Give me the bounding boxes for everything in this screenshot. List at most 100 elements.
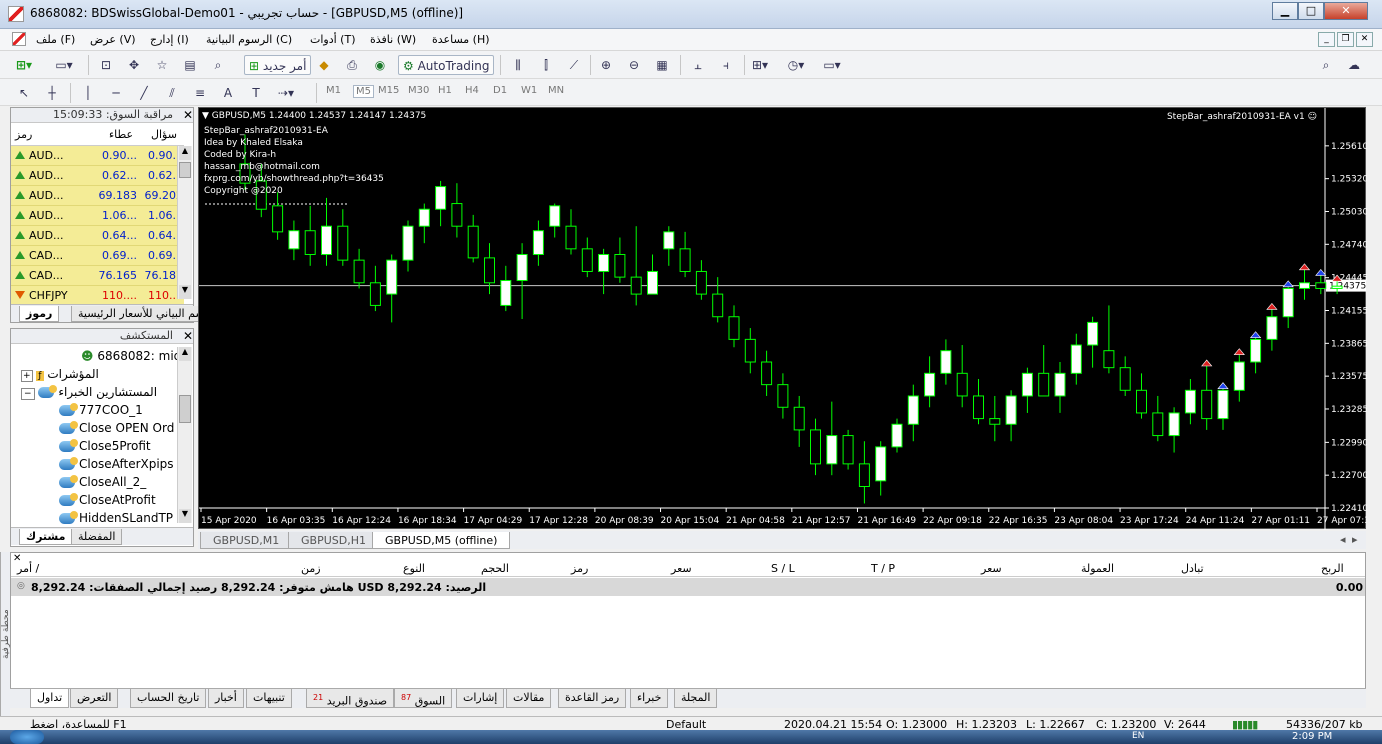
market-watch-row[interactable]: CHFJPY 110.... 110....	[11, 286, 184, 306]
market-watch-row[interactable]: AUD... 1.06... 1.06...	[11, 206, 184, 226]
terminal-icon[interactable]: ▤	[180, 55, 200, 75]
print-icon[interactable]: ⎙	[342, 55, 362, 75]
terminal-tab[interactable]: التعرض	[70, 689, 119, 708]
nav-expert-item[interactable]: Close5Profit	[59, 437, 175, 455]
terminal-col[interactable]: سعر	[981, 562, 1002, 575]
start-button[interactable]	[10, 730, 44, 744]
mdi-restore-button[interactable]: ❐	[1337, 32, 1354, 47]
market-watch-row[interactable]: AUD... 0.64... 0.64...	[11, 226, 184, 246]
trendline-icon[interactable]: ╱	[134, 83, 154, 103]
chat-icon[interactable]: ☁	[1344, 55, 1364, 75]
chart-shift-icon[interactable]: ⫞	[716, 55, 736, 75]
market-watch-row[interactable]: AUD... 0.90... 0.90...	[11, 146, 184, 166]
terminal-tab[interactable]: أخبار	[208, 689, 244, 708]
timeframe-w1[interactable]: W1	[521, 85, 537, 96]
chart-tab-gbpusd-h1[interactable]: GBPUSD,H1	[288, 532, 379, 549]
terminal-col[interactable]: رمز	[571, 562, 588, 575]
bar-chart-icon[interactable]: ⫼	[508, 55, 528, 75]
vertical-line-icon[interactable]: │	[78, 83, 98, 103]
terminal-col[interactable]: سعر	[671, 562, 692, 575]
templates-icon[interactable]: ▭▾	[822, 55, 842, 75]
timeframe-h4[interactable]: H4	[465, 85, 479, 96]
indicators-icon[interactable]: ⊞▾	[750, 55, 770, 75]
menu-file[interactable]: ملف (F)	[36, 33, 75, 46]
data-window-icon[interactable]: ✥	[124, 55, 144, 75]
navigator-scrollbar[interactable]: ▲ ▼	[177, 347, 192, 523]
market-watch-row[interactable]: CAD... 0.69... 0.69...	[11, 246, 184, 266]
line-chart-icon[interactable]: ⟋	[564, 55, 584, 75]
terminal-col[interactable]: النوع	[403, 562, 425, 575]
tab-symbols[interactable]: رموز	[19, 306, 60, 322]
timeframe-m1[interactable]: M1	[326, 85, 341, 96]
terminal-col[interactable]: تبادل	[1181, 562, 1204, 575]
cursor-icon[interactable]: ↖	[14, 83, 34, 103]
terminal-tab[interactable]: مقالات	[506, 689, 552, 708]
menu-charts[interactable]: الرسوم البيانية (C)	[206, 33, 292, 46]
market-watch-scrollbar[interactable]: ▲ ▼	[177, 146, 192, 299]
terminal-tab[interactable]: صندوق البريد 21	[306, 689, 395, 708]
market-watch-close-icon[interactable]: ✕	[181, 108, 195, 122]
equidistant-channel-icon[interactable]: ⫽	[162, 83, 182, 103]
terminal-col[interactable]: T / P	[871, 562, 895, 575]
new-order-button[interactable]: ⊞ أمر جديد	[244, 55, 312, 75]
search-icon[interactable]: ⌕	[1316, 55, 1336, 75]
tab-scroll-left-icon[interactable]: ◂	[1340, 533, 1346, 546]
terminal-col[interactable]: أمر /	[17, 562, 39, 575]
terminal-col[interactable]: الربح	[1321, 562, 1344, 575]
nav-expert-item[interactable]: 777COO_1	[59, 401, 175, 419]
terminal-col[interactable]: S / L	[771, 562, 795, 575]
mdi-close-button[interactable]: ✕	[1356, 32, 1373, 47]
terminal-tab[interactable]: السوق 87	[394, 689, 453, 708]
tab-favorites[interactable]: المفضلة	[71, 529, 123, 545]
zoom-out-icon[interactable]: ⊖	[624, 55, 644, 75]
fibonacci-icon[interactable]: ≡	[190, 83, 210, 103]
terminal-col[interactable]: زمن	[301, 562, 321, 575]
timeframe-h1[interactable]: H1	[438, 85, 452, 96]
signals-icon[interactable]: ◉	[370, 55, 390, 75]
nav-expert-item[interactable]: CloseAll_2_	[59, 473, 175, 491]
mdi-minimize-button[interactable]: _	[1318, 32, 1335, 47]
horizontal-line-icon[interactable]: ─	[106, 83, 126, 103]
menu-view[interactable]: عرض (V)	[90, 33, 136, 46]
chart-tab-gbpusd-m5[interactable]: GBPUSD,M5 (offline)	[372, 532, 511, 549]
autotrading-button[interactable]: ⚙ AutoTrading	[398, 55, 495, 75]
minimize-button[interactable]: ▁	[1272, 2, 1298, 20]
candlestick-icon[interactable]: ⫿	[536, 55, 556, 75]
tab-common[interactable]: مشترك	[19, 529, 73, 545]
terminal-tab[interactable]: تاريخ الحساب	[130, 689, 207, 708]
market-watch-row[interactable]: AUD... 0.62... 0.62...	[11, 166, 184, 186]
menu-insert[interactable]: إدارج (I)	[150, 33, 189, 46]
market-watch-icon[interactable]: ⊡	[96, 55, 116, 75]
market-watch-row[interactable]: AUD... 69.183 69.202	[11, 186, 184, 206]
timeframe-d1[interactable]: D1	[493, 85, 507, 96]
chart-tab-gbpusd-m1[interactable]: GBPUSD,M1	[200, 532, 293, 549]
taskbar-lang[interactable]: EN	[1132, 731, 1144, 741]
menu-help[interactable]: مساعدة (H)	[432, 33, 490, 46]
terminal-col[interactable]: العمولة	[1081, 562, 1114, 575]
auto-scroll-icon[interactable]: ⫠	[688, 55, 708, 75]
nav-account[interactable]: ☻ 6868082: mido	[81, 347, 189, 365]
tab-chart-prices[interactable]: رسم البياني للأسعار الرئيسية	[71, 306, 217, 322]
timeframe-m5[interactable]: M5	[353, 85, 374, 98]
terminal-col[interactable]: الحجم	[481, 562, 509, 575]
nav-expert-item[interactable]: Close OPEN Orde	[59, 419, 175, 437]
tab-scroll-right-icon[interactable]: ▸	[1352, 533, 1358, 546]
timeframe-m15[interactable]: M15	[378, 85, 399, 96]
menu-tools[interactable]: أدوات (T)	[310, 33, 356, 46]
text-tool-icon[interactable]: A	[218, 83, 238, 103]
arrows-icon[interactable]: ⇢▾	[276, 83, 296, 103]
strategy-tester-icon[interactable]: ⌕	[208, 55, 228, 75]
timeframe-m30[interactable]: M30	[408, 85, 429, 96]
text-label-icon[interactable]: T	[246, 83, 266, 103]
market-watch-row[interactable]: CAD... 76.165 76.187	[11, 266, 184, 286]
periods-icon[interactable]: ◷▾	[786, 55, 806, 75]
terminal-tab[interactable]: المجلة	[674, 689, 718, 708]
metaeditor-icon[interactable]: ◆	[314, 55, 334, 75]
timeframe-mn[interactable]: MN	[548, 85, 564, 96]
nav-experts[interactable]: − المستشارين الخبراء	[21, 383, 157, 401]
expand-icon[interactable]: +	[21, 370, 33, 382]
navigator-close-icon[interactable]: ✕	[181, 329, 195, 343]
collapse-icon[interactable]: −	[21, 388, 35, 400]
navigator-icon[interactable]: ☆	[152, 55, 172, 75]
tile-windows-icon[interactable]: ▦	[652, 55, 672, 75]
